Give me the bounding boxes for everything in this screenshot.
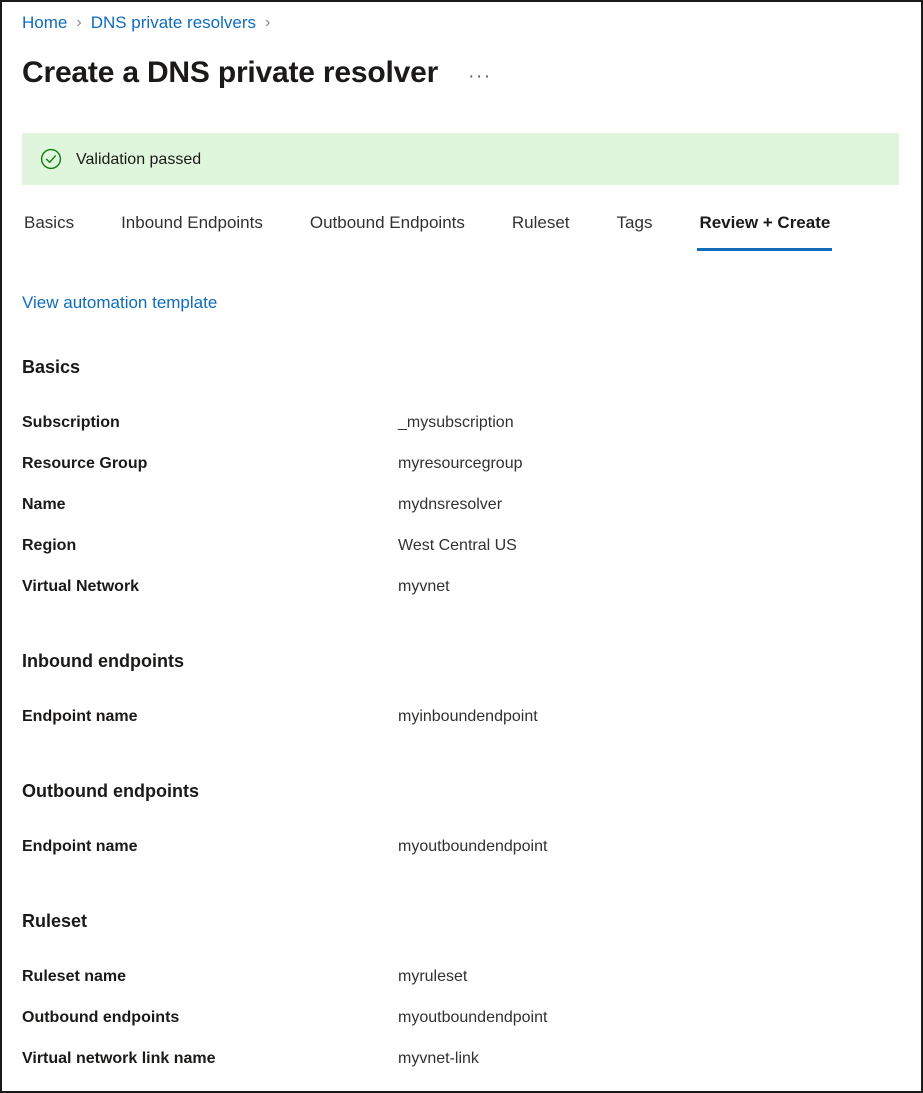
section-heading-outbound-endpoints: Outbound endpoints	[22, 779, 899, 803]
table-row: Virtual Network myvnet	[22, 576, 899, 617]
row-value: West Central US	[398, 535, 517, 556]
table-row: Ruleset name myruleset	[22, 966, 899, 1007]
more-options-icon[interactable]: ···	[462, 65, 498, 88]
row-label: Outbound endpoints	[22, 1007, 398, 1028]
section-rows-basics: Subscription _mysubscription Resource Gr…	[22, 412, 899, 617]
tab-review-create[interactable]: Review + Create	[697, 208, 832, 254]
row-label: Rules	[22, 1089, 398, 1091]
wizard-tabs: Basics Inbound Endpoints Outbound Endpoi…	[22, 208, 832, 258]
breadcrumb-item-dns-private-resolvers[interactable]: DNS private resolvers	[91, 12, 256, 34]
row-value: myruleset	[398, 966, 467, 987]
review-content: View automation template Basics Subscrip…	[22, 292, 899, 1091]
row-label: Virtual Network	[22, 576, 398, 597]
row-label: Virtual network link name	[22, 1048, 398, 1069]
chevron-right-icon: ›	[76, 12, 81, 34]
validation-status-text: Validation passed	[76, 149, 201, 170]
validation-status-banner: Validation passed	[22, 133, 899, 185]
tab-inbound-endpoints[interactable]: Inbound Endpoints	[119, 208, 265, 254]
row-value: myoutboundendpoint	[398, 836, 547, 857]
row-label: Ruleset name	[22, 966, 398, 987]
table-row: Region West Central US	[22, 535, 899, 576]
section-heading-basics: Basics	[22, 355, 899, 379]
table-row: Name mydnsresolver	[22, 494, 899, 535]
tab-ruleset[interactable]: Ruleset	[510, 208, 572, 254]
table-row: Resource Group myresourcegroup	[22, 453, 899, 494]
row-label: Endpoint name	[22, 706, 398, 727]
tab-basics[interactable]: Basics	[22, 208, 76, 254]
table-row: Subscription _mysubscription	[22, 412, 899, 453]
row-value: myresourcegroup	[398, 453, 523, 474]
row-value: mydnsresolver	[398, 494, 502, 515]
table-row: Endpoint name myinboundendpoint	[22, 706, 899, 747]
row-label: Endpoint name	[22, 836, 398, 857]
section-basics: Basics Subscription _mysubscription Reso…	[22, 355, 899, 617]
table-row: Virtual network link name myvnet-link	[22, 1048, 899, 1089]
row-value: _mysubscription	[398, 412, 514, 433]
row-label: Subscription	[22, 412, 398, 433]
section-inbound-endpoints: Inbound endpoints Endpoint name myinboun…	[22, 649, 899, 747]
check-circle-icon	[40, 148, 62, 170]
row-value: myinboundendpoint	[398, 706, 538, 727]
row-label: Region	[22, 535, 398, 556]
section-outbound-endpoints: Outbound endpoints Endpoint name myoutbo…	[22, 779, 899, 877]
azure-portal-blade: Home › DNS private resolvers › Create a …	[0, 0, 923, 1093]
section-heading-inbound-endpoints: Inbound endpoints	[22, 649, 899, 673]
row-label: Name	[22, 494, 398, 515]
row-value: myvnet-link	[398, 1048, 479, 1069]
page-title: Create a DNS private resolver	[22, 53, 438, 93]
section-heading-ruleset: Ruleset	[22, 909, 899, 933]
row-value: myoutboundendpoint	[398, 1007, 547, 1028]
breadcrumb-item-home[interactable]: Home	[22, 12, 67, 34]
view-automation-template-link[interactable]: View automation template	[22, 292, 217, 314]
breadcrumb: Home › DNS private resolvers ›	[22, 12, 279, 34]
section-ruleset: Ruleset Ruleset name myruleset Outbound …	[22, 909, 899, 1091]
section-rows-outbound-endpoints: Endpoint name myoutboundendpoint	[22, 836, 899, 877]
table-row: Rules contosocom	[22, 1089, 899, 1091]
section-rows-ruleset: Ruleset name myruleset Outbound endpoint…	[22, 966, 899, 1091]
section-rows-inbound-endpoints: Endpoint name myinboundendpoint	[22, 706, 899, 747]
chevron-right-icon-2: ›	[265, 12, 270, 34]
title-row: Create a DNS private resolver ···	[22, 53, 498, 93]
row-value: contosocom	[398, 1089, 484, 1091]
table-row: Endpoint name myoutboundendpoint	[22, 836, 899, 877]
row-label: Resource Group	[22, 453, 398, 474]
tab-outbound-endpoints[interactable]: Outbound Endpoints	[308, 208, 467, 254]
table-row: Outbound endpoints myoutboundendpoint	[22, 1007, 899, 1048]
tab-tags[interactable]: Tags	[615, 208, 655, 254]
row-value: myvnet	[398, 576, 450, 597]
